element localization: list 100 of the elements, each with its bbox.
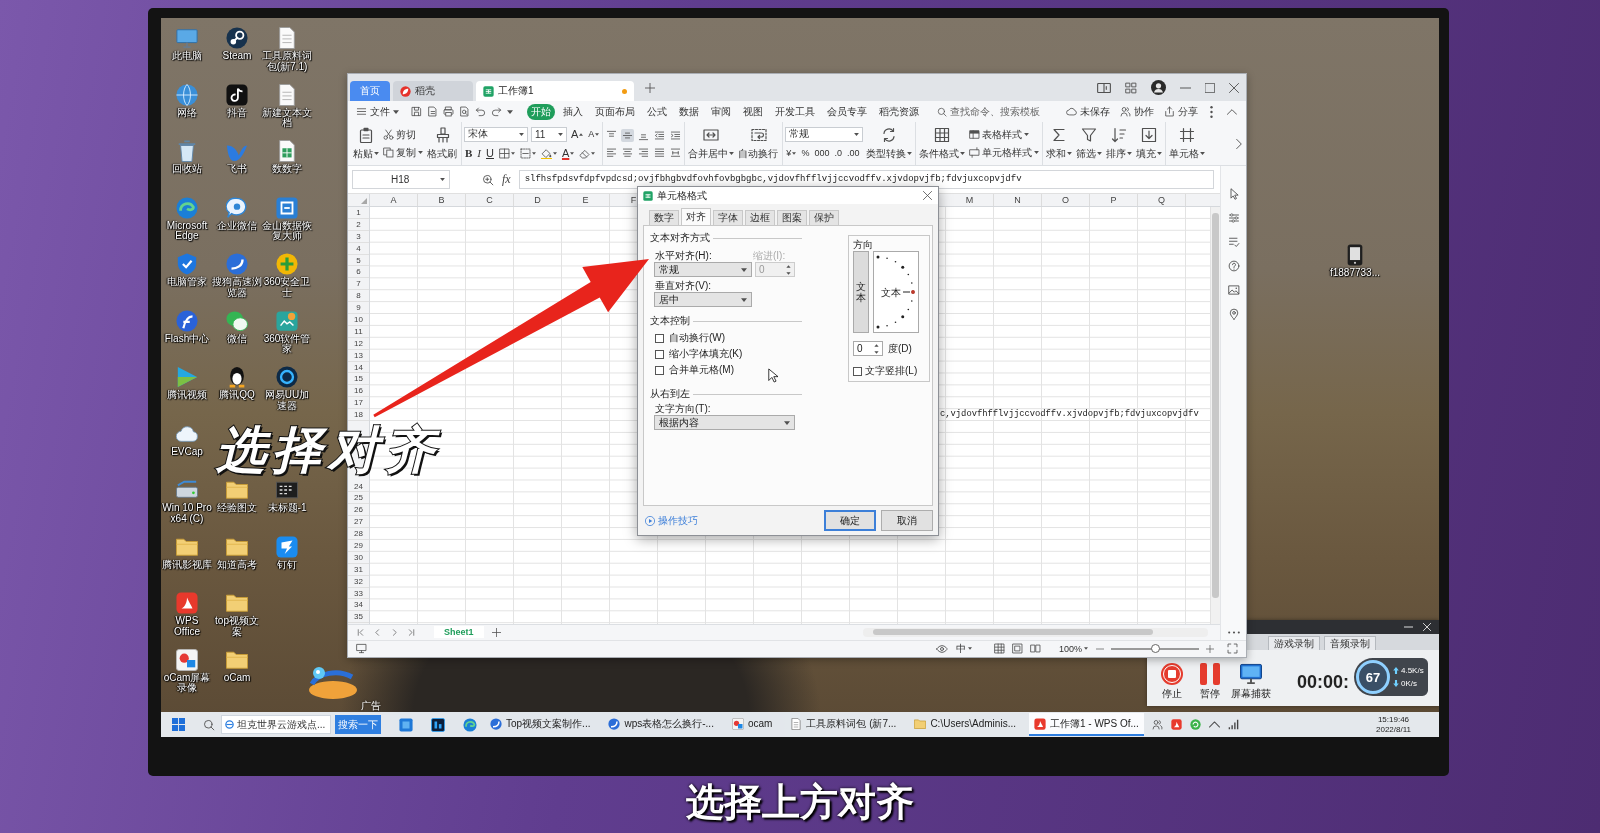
spreadsheet-file-icon[interactable]: [276, 140, 298, 162]
desktop-shortcut[interactable]: 数数字: [262, 140, 312, 175]
stop-button[interactable]: 停止: [1155, 663, 1189, 701]
taskbar-window-button[interactable]: wps表格怎么换行-...: [603, 713, 719, 736]
row-header[interactable]: 17: [348, 397, 369, 410]
desktop-shortcut[interactable]: top视频文案: [212, 592, 262, 637]
desktop-shortcut[interactable]: WPS Office: [162, 592, 212, 637]
collaborate-button[interactable]: 协作: [1117, 104, 1157, 119]
web-search-field[interactable]: 坦克世界云游戏点...: [221, 715, 331, 734]
location-pin-icon[interactable]: [1227, 308, 1240, 320]
horizontal-scrollbar[interactable]: [863, 627, 1208, 637]
row-header[interactable]: 2: [348, 218, 369, 231]
collapse-chevron-icon[interactable]: [1227, 108, 1237, 115]
row-header[interactable]: 8: [348, 290, 369, 303]
slider-thumb[interactable]: [1150, 644, 1160, 653]
row-header[interactable]: 35: [348, 611, 369, 624]
row-header[interactable]: 12: [348, 337, 369, 350]
cancel-button[interactable]: 取消: [881, 510, 933, 531]
redo-icon[interactable]: [491, 106, 502, 117]
ribbon-tab[interactable]: 公式: [643, 103, 671, 120]
font-name-field[interactable]: 宋体: [464, 126, 528, 142]
align-center-icon[interactable]: [621, 145, 635, 159]
desktop-shortcut[interactable]: 此电脑: [162, 27, 212, 62]
wrap-text-button[interactable]: 自动换行: [737, 126, 781, 161]
column-header[interactable]: P: [1090, 194, 1138, 206]
desktop-shortcut[interactable]: 钉钉: [262, 535, 312, 570]
desktop-shortcut[interactable]: 电脑管家: [162, 253, 212, 288]
desktop-shortcut[interactable]: 腾讯视频: [162, 366, 212, 401]
currency-button[interactable]: ¥: [785, 145, 798, 161]
more-icon[interactable]: [1210, 105, 1213, 118]
chat-bubbles-icon[interactable]: [226, 309, 248, 332]
shield-icon[interactable]: [176, 253, 198, 275]
document-tab[interactable]: 稻壳: [393, 81, 473, 101]
justify-icon[interactable]: [653, 145, 667, 159]
desktop-shortcut[interactable]: Steam: [212, 27, 262, 62]
app-tile-icon[interactable]: [176, 648, 198, 671]
checkbox[interactable]: [655, 333, 664, 343]
row-header[interactable]: 29: [348, 540, 369, 552]
avatar-icon[interactable]: [1151, 80, 1166, 95]
column-header[interactable]: N: [994, 194, 1042, 206]
row-header[interactable]: 18: [348, 409, 369, 422]
ribbon-tab[interactable]: 开发工具: [771, 103, 819, 120]
image-file-icon[interactable]: [276, 479, 298, 501]
tips-link[interactable]: 操作技巧: [645, 513, 698, 528]
sum-button[interactable]: 求和: [1045, 126, 1074, 161]
column-header[interactable]: B: [418, 194, 466, 206]
desktop-shortcut[interactable]: 金山数据恢复大师: [262, 196, 312, 242]
spin-field[interactable]: 0: [853, 341, 883, 356]
table-style-button[interactable]: 表格样式: [968, 127, 1041, 142]
app-tile-icon[interactable]: [176, 592, 198, 614]
people-icon[interactable]: [1151, 719, 1163, 730]
paste-button[interactable]: 粘贴: [352, 126, 380, 161]
recorder-tab[interactable]: 音频录制: [1324, 636, 1376, 650]
orientation-dial[interactable]: 文本: [873, 251, 919, 333]
ribbon-tab[interactable]: 页面布局: [591, 103, 639, 120]
reading-view-icon[interactable]: [1029, 643, 1041, 654]
cell-style-button[interactable]: 单元格样式: [968, 145, 1041, 160]
desktop-shortcut[interactable]: 经验图文: [212, 479, 262, 514]
ok-button[interactable]: 确定: [824, 510, 876, 531]
disc-logo-icon[interactable]: [226, 27, 248, 49]
column-header[interactable]: C: [466, 194, 514, 206]
row-header[interactable]: 1: [348, 207, 369, 219]
row-header[interactable]: 4: [348, 242, 369, 255]
desktop-shortcut[interactable]: oCam: [212, 648, 262, 683]
sliders-icon[interactable]: [1227, 212, 1240, 224]
desktop-shortcut[interactable]: 360安全卫士: [262, 253, 312, 298]
desktop-shortcut[interactable]: 抖音: [212, 83, 262, 118]
caret-icon[interactable]: [507, 109, 513, 114]
increase-decimal-button[interactable]: .0: [833, 145, 843, 161]
shrink-font-button[interactable]: A: [587, 126, 601, 142]
desktop-shortcut[interactable]: 飞书: [212, 140, 262, 175]
desktop-shortcut[interactable]: 未标题-1: [262, 479, 312, 514]
checkbox-label[interactable]: 自动换行(W): [669, 331, 726, 345]
save-status-button[interactable]: 未保存: [1063, 104, 1113, 119]
app-tile-icon[interactable]: [431, 717, 445, 732]
dialog-tab[interactable]: 数字: [649, 210, 679, 225]
close-icon[interactable]: [923, 191, 932, 200]
row-header[interactable]: 3: [348, 230, 369, 243]
distribute-icon[interactable]: [669, 145, 683, 159]
thousands-button[interactable]: 000: [813, 145, 831, 161]
row-header[interactable]: 27: [348, 516, 369, 529]
desktop-shortcut[interactable]: 网易UU加速器: [262, 366, 312, 411]
row-header[interactable]: 34: [348, 599, 369, 612]
ribbon-tab[interactable]: 数据: [675, 103, 703, 120]
recorder-tab[interactable]: 游戏录制: [1268, 636, 1320, 650]
format-painter-button[interactable]: 格式刷: [426, 126, 459, 161]
row-header[interactable]: 15: [348, 373, 369, 386]
more-icon[interactable]: [1227, 630, 1240, 634]
cells-button[interactable]: 单元格: [1168, 126, 1207, 161]
plus-icon[interactable]: [1206, 644, 1214, 653]
indent-icon[interactable]: [669, 128, 683, 142]
row-header[interactable]: 31: [348, 563, 369, 576]
row-header[interactable]: 9: [348, 302, 369, 314]
row-header[interactable]: 13: [348, 349, 369, 362]
desktop-shortcut[interactable]: Microsoft Edge: [162, 196, 212, 242]
cut-button[interactable]: 剪切: [382, 127, 424, 142]
sheet-tab[interactable]: Sheet1: [434, 626, 484, 638]
row-header[interactable]: 30: [348, 551, 369, 564]
row-header[interactable]: 7: [348, 278, 369, 291]
taskbar-window-button[interactable]: Top视频文案制作...: [485, 713, 596, 736]
